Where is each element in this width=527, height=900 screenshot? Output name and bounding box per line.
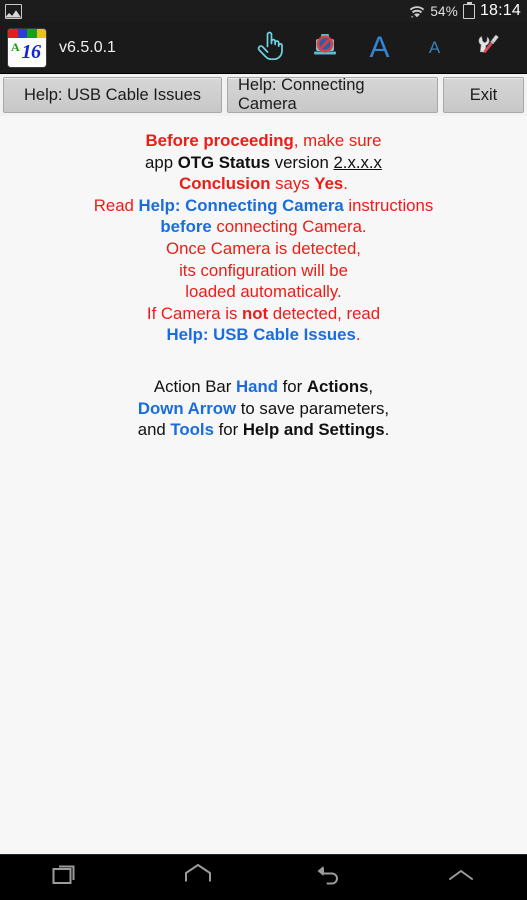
if-camera-is-text: If Camera is: [146, 303, 243, 323]
back-icon: [314, 861, 344, 894]
and-word-text: and: [137, 420, 171, 440]
font-small-icon-button[interactable]: A: [407, 22, 462, 74]
battery-percent: 54%: [430, 3, 458, 19]
down-arrow-keyword-text: Down Arrow: [137, 398, 237, 418]
app-logo-number: 16: [21, 41, 42, 63]
for-word-text-2: for: [213, 420, 243, 440]
font-large-icon-button[interactable]: A: [352, 22, 407, 74]
instruction-line-8: loaded automatically.: [185, 282, 342, 302]
camera-disabled-icon: [310, 30, 340, 65]
conclusion-text: Conclusion: [179, 174, 271, 194]
action-bar-words-text: Action Bar: [153, 376, 236, 396]
not-word-text: not: [242, 303, 269, 323]
app-logo-letter: A: [11, 39, 20, 54]
instructions-paragraph-primary: Before proceeding, make sure app OTG Sta…: [0, 130, 527, 346]
app-version-label: v6.5.0.1: [59, 38, 116, 56]
period-text-3: .: [384, 420, 390, 440]
before-word-text: before: [160, 217, 212, 237]
back-button[interactable]: [284, 855, 374, 900]
period-text-2: .: [355, 325, 361, 345]
status-bar: 54% 18:14: [0, 0, 527, 22]
yes-text: Yes: [314, 174, 344, 194]
help-usb-cable-issues-link[interactable]: Help: USB Cable Issues: [167, 325, 356, 344]
app-logo-stripe: [8, 28, 46, 38]
instruction-line-6: Once Camera is detected,: [166, 238, 361, 258]
recents-button[interactable]: [21, 855, 111, 900]
screenshot-notification-icon: [5, 3, 22, 19]
actionbar-hint-line-3: and Tools for Help and Settings.: [0, 419, 527, 441]
help-connecting-camera-link[interactable]: Help: Connecting Camera: [139, 196, 344, 215]
for-word-text: for: [277, 376, 307, 396]
tools-keyword-text: Tools: [170, 420, 214, 440]
help-connecting-camera-button[interactable]: Help: Connecting Camera: [227, 76, 438, 113]
app-word-text: app: [145, 152, 178, 172]
hand-icon: [256, 29, 284, 66]
chevron-up-icon: [446, 865, 476, 890]
comma-text: ,: [368, 376, 374, 396]
save-parameters-text: to save parameters,: [236, 398, 390, 418]
actions-keyword-text: Actions: [306, 376, 369, 396]
tools-icon: [475, 30, 505, 65]
battery-icon: [462, 1, 475, 19]
instruction-line-5: before connecting Camera.: [0, 216, 527, 238]
period-text: .: [343, 174, 348, 194]
android-navigation-bar: [0, 854, 527, 900]
instruction-line-2: app OTG Status version 2.x.x.x: [0, 152, 527, 174]
exit-button[interactable]: Exit: [443, 77, 524, 113]
camera-disabled-icon-button[interactable]: [297, 22, 352, 74]
action-bar: A 16 v6.5.0.1 A A: [0, 22, 527, 74]
hand-keyword-text: Hand: [236, 376, 278, 396]
instruction-line-3: Conclusion says Yes.: [0, 173, 527, 195]
recents-icon: [51, 861, 81, 894]
help-usb-cable-issues-button[interactable]: Help: USB Cable Issues: [3, 77, 222, 113]
font-small-icon: A: [428, 38, 441, 57]
version-word-text: version: [270, 152, 334, 172]
actionbar-hint-line-2: Down Arrow to save parameters,: [0, 398, 527, 420]
app-logo-icon: A 16: [8, 28, 46, 67]
status-bar-system: 54% 18:14: [409, 1, 521, 20]
home-button[interactable]: [153, 855, 243, 900]
tools-icon-button[interactable]: [462, 22, 517, 74]
instruction-line-9: If Camera is not detected, read: [0, 303, 527, 325]
expand-button[interactable]: [416, 855, 506, 900]
make-sure-text: , make sure: [293, 131, 382, 150]
instructions-paragraph-secondary: Action Bar Hand for Actions, Down Arrow …: [0, 376, 527, 441]
instruction-line-1: Before proceeding, make sure: [0, 130, 527, 152]
wifi-icon: [409, 4, 425, 18]
app-logo-body: A 16: [8, 37, 46, 67]
detected-read-text: detected, read: [268, 303, 381, 323]
font-large-icon: A: [369, 30, 390, 64]
help-button-row: Help: USB Cable Issues Help: Connecting …: [0, 74, 527, 116]
instruction-line-7: its configuration will be: [179, 260, 348, 280]
actionbar-hint-line-1: Action Bar Hand for Actions,: [0, 376, 527, 398]
otg-version-number-text: 2.x.x.x: [333, 152, 382, 172]
instructions-word-text: instructions: [343, 195, 434, 215]
home-icon: [182, 861, 214, 894]
says-word-text: says: [270, 174, 315, 194]
status-bar-notifications: [5, 3, 22, 19]
status-bar-clock: 18:14: [479, 2, 521, 19]
instruction-line-4: Read Help: Connecting Camera instruction…: [0, 195, 527, 217]
before-proceeding-text: Before proceeding: [145, 131, 294, 150]
hand-icon-button[interactable]: [242, 22, 297, 74]
instruction-line-10: Help: USB Cable Issues.: [0, 324, 527, 346]
help-and-settings-keyword-text: Help and Settings: [242, 420, 385, 440]
app-root: 54% 18:14 A 16 v6.5.0.1 A A Help: USB Ca…: [0, 0, 527, 900]
main-content: Before proceeding, make sure app OTG Sta…: [0, 116, 527, 854]
connecting-camera-text: connecting Camera.: [211, 217, 367, 237]
read-word-text: Read: [93, 195, 139, 215]
otg-status-text: OTG Status: [177, 152, 271, 172]
action-bar-icons: A A: [242, 22, 517, 74]
